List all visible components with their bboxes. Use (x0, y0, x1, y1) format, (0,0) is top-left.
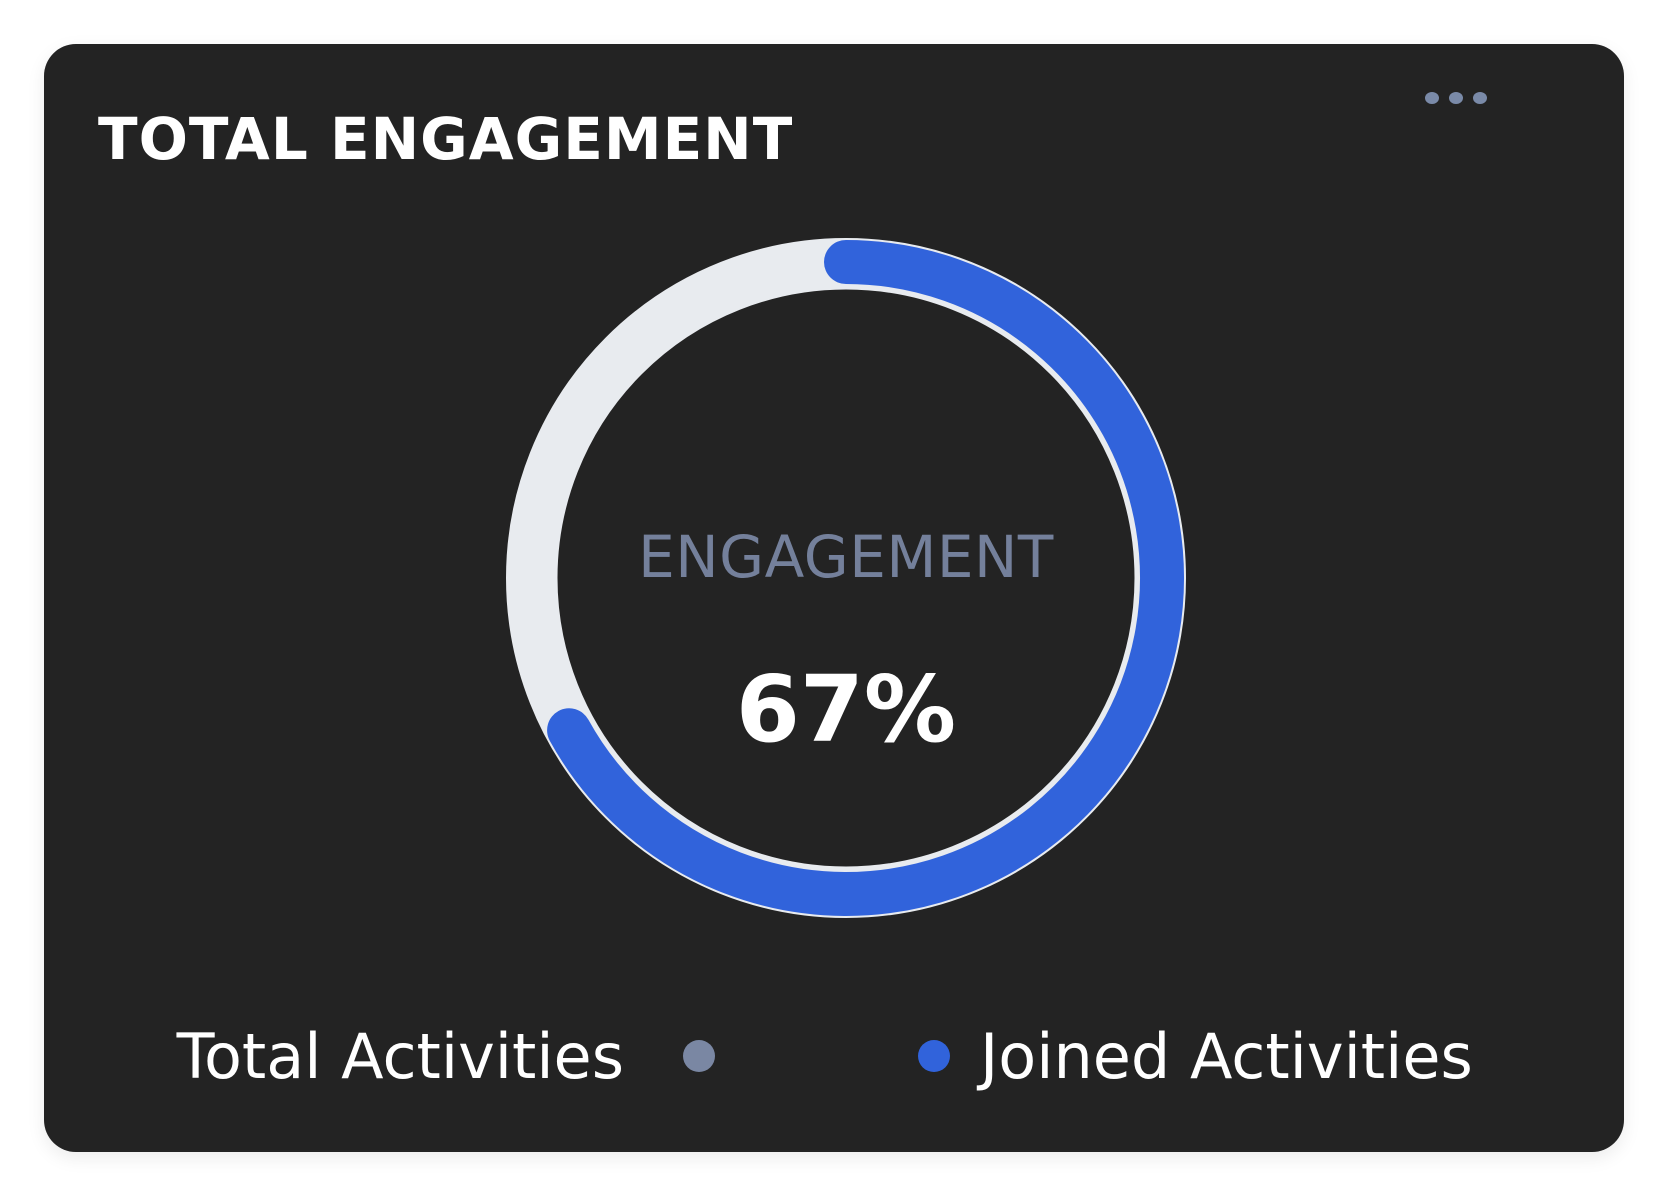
engagement-label: ENGAGEMENT (638, 523, 1054, 591)
more-dot-icon (1449, 92, 1463, 104)
more-dot-icon (1425, 92, 1439, 104)
chart-legend: Total Activities Joined Activities (44, 1020, 1624, 1108)
engagement-value: 67% (735, 656, 957, 763)
more-options-button[interactable] (1416, 80, 1496, 116)
more-dot-icon (1473, 92, 1487, 104)
engagement-card: TOTAL ENGAGEMENT ENGAGEMENT 67% Total Ac… (44, 44, 1624, 1152)
engagement-donut-chart: ENGAGEMENT 67% (476, 208, 1216, 948)
card-title: TOTAL ENGAGEMENT (98, 105, 794, 173)
legend-joined-activities-label: Joined Activities (980, 1020, 1473, 1093)
legend-total-activities-dot (683, 1040, 715, 1072)
legend-joined-activities-dot (918, 1040, 950, 1072)
legend-total-activities-label: Total Activities (176, 1020, 624, 1093)
